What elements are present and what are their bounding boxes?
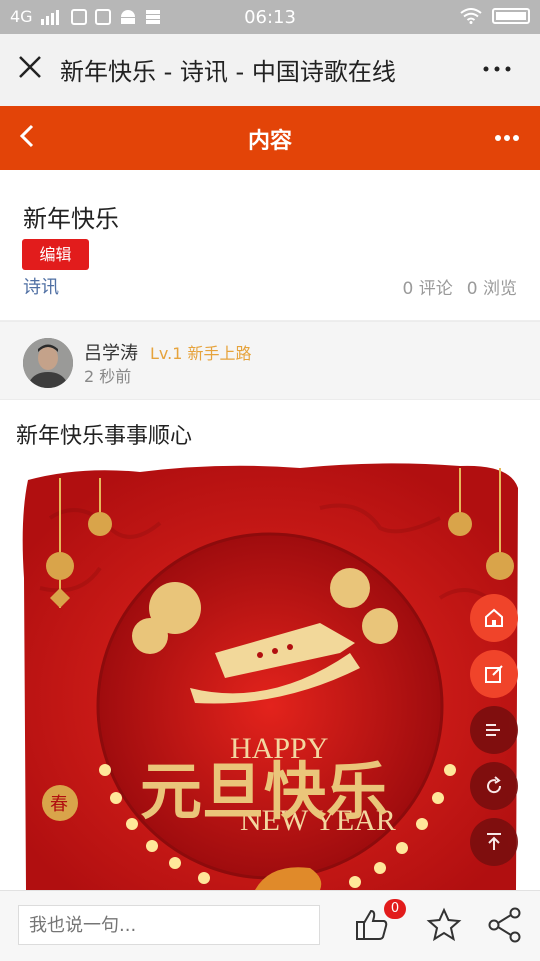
write-button[interactable]	[470, 650, 518, 698]
comment-input[interactable]	[18, 905, 320, 945]
edit-icon	[485, 665, 503, 683]
status-bar: 4G 06:13	[0, 0, 540, 34]
post-time: 2 秒前	[84, 367, 132, 386]
poster-seal-text: 春	[50, 794, 68, 815]
new-year-poster-image: HAPPY NEW YEAR 元旦快乐 春	[22, 463, 519, 890]
home-icon	[485, 608, 503, 627]
nav-title: 内容	[247, 129, 292, 154]
content-text: 新年快乐事事顺心	[16, 424, 193, 449]
content-nav-bar: 内容	[0, 106, 540, 170]
star-icon[interactable]	[426, 907, 462, 943]
poster-calligraphy-text: 元旦快乐	[140, 755, 388, 828]
arrow-up-icon	[487, 833, 501, 850]
browser-title-bar: 新年快乐 - 诗讯 - 中国诗歌在线	[0, 34, 540, 107]
edit-button[interactable]: 编辑	[22, 239, 89, 270]
list-icon	[486, 724, 500, 736]
bottom-bar: 0	[0, 890, 540, 961]
page-title: 新年快乐 - 诗讯 - 中国诗歌在线	[60, 58, 396, 86]
nav-more-icon[interactable]	[494, 118, 520, 158]
battery-icon	[492, 8, 530, 24]
menu-button[interactable]	[470, 706, 518, 754]
close-icon[interactable]	[15, 52, 45, 82]
article-header: 新年快乐 编辑 诗讯 0 评论 0 浏览	[0, 170, 540, 321]
author-name[interactable]: 吕学涛	[84, 339, 138, 365]
like-count-badge: 0	[384, 899, 406, 919]
refresh-icon	[487, 776, 502, 794]
avatar[interactable]	[23, 338, 73, 388]
view-count: 0 浏览	[466, 279, 517, 299]
comment-count: 0 评论	[402, 279, 453, 299]
back-to-top-button[interactable]	[470, 818, 518, 866]
status-time: 06:13	[244, 7, 296, 28]
more-icon[interactable]	[482, 54, 512, 84]
refresh-button[interactable]	[470, 762, 518, 810]
author-bar: 吕学涛 Lv.1 新手上路 2 秒前	[0, 321, 540, 400]
category-link[interactable]: 诗讯	[23, 273, 59, 299]
author-level: Lv.1 新手上路	[150, 344, 252, 363]
home-button[interactable]	[470, 594, 518, 642]
status-right	[460, 8, 530, 24]
wifi-icon	[460, 8, 482, 24]
article-stats: 0 评论 0 浏览	[389, 274, 517, 299]
share-icon[interactable]	[488, 907, 522, 943]
article-title: 新年快乐	[23, 205, 119, 233]
